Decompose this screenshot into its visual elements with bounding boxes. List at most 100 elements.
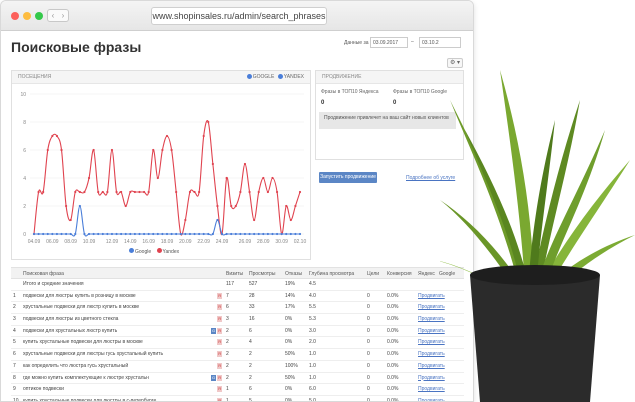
- table-row: 6 хрустальные подвески для люстры гусь хр…: [11, 349, 464, 361]
- google-data-point: [262, 232, 265, 236]
- search-engine-badges: Я: [217, 314, 223, 325]
- row-visits: 1: [226, 386, 229, 393]
- row-depth: 3.0: [309, 327, 316, 334]
- google-data-point: [60, 232, 63, 236]
- row-goals: 0: [367, 397, 370, 402]
- visits-panel-title: ПОСЕЩЕНИЯ: [18, 74, 52, 80]
- row-bounce: 0%: [285, 327, 293, 334]
- google-data-point: [193, 232, 196, 236]
- row-depth: 2.0: [309, 339, 316, 346]
- google-data-point: [120, 232, 123, 236]
- row-visits: 6: [226, 304, 229, 311]
- x-tick-label: 14.09: [124, 239, 137, 245]
- google-data-point: [211, 232, 214, 236]
- maximize-window-dot[interactable]: [35, 12, 43, 20]
- address-bar[interactable]: www.shopinsales.ru/admin/search_phrases: [151, 7, 327, 25]
- google-data-point: [271, 232, 274, 236]
- yandex-data-point: [115, 190, 118, 194]
- row-number: 4: [13, 327, 16, 334]
- google-data-point: [115, 232, 118, 236]
- x-tick-label: 24.09: [216, 239, 229, 245]
- yandex-data-point: [239, 190, 242, 194]
- bottom-legend-yandex[interactable]: Yandex: [163, 249, 180, 255]
- yandex-data-point: [129, 190, 132, 194]
- row-number: 2: [13, 304, 16, 311]
- yandex-data-point: [211, 162, 214, 166]
- y-tick-label: 2: [23, 204, 26, 210]
- yandex-data-point: [142, 190, 146, 194]
- table-row: 8 где можно купить комплектующие к люстре…: [11, 373, 464, 385]
- search-phrases-table: Поисковая фраза Визиты Просмотры Отказы …: [11, 267, 464, 402]
- row-goals: 0: [367, 292, 370, 299]
- page-content: Поисковые фразы Данные за 03.09.2017 – 0…: [1, 31, 473, 401]
- yandex-data-point: [225, 176, 228, 180]
- date-filter-label: Данные за: [344, 40, 369, 46]
- forward-arrow-icon[interactable]: ›: [62, 11, 65, 20]
- google-data-point: [216, 218, 219, 222]
- table-header: Поисковая фраза Визиты Просмотры Отказы …: [11, 267, 464, 279]
- row-visits: 2: [226, 374, 229, 381]
- search-engine-badges: Я: [217, 291, 223, 302]
- row-depth: 5.0: [309, 397, 316, 402]
- table-row: 7 как определить что люстра гусь хрусталь…: [11, 361, 464, 373]
- yandex-data-point: [184, 218, 187, 222]
- google-data-point: [184, 232, 187, 236]
- yandex-data-point: [175, 190, 178, 194]
- google-data-point: [198, 232, 201, 236]
- google-data-point: [69, 232, 72, 236]
- yandex-data-point: [266, 190, 269, 194]
- yandex-top10-value: 0: [321, 100, 325, 106]
- row-views: 33: [249, 304, 255, 311]
- google-data-point: [285, 232, 288, 236]
- minimize-window-dot[interactable]: [23, 12, 31, 20]
- google-badge-icon: G: [211, 374, 216, 381]
- row-visits: 2: [226, 339, 229, 346]
- row-views: 4: [249, 339, 252, 346]
- row-bounce: 0%: [285, 397, 293, 402]
- row-phrase: подвески для хрустальных люстр купить: [23, 327, 118, 334]
- launch-promotion-button[interactable]: Запустить продвижение: [319, 172, 377, 183]
- date-to-input[interactable]: 03.10.2: [419, 37, 461, 48]
- row-depth: 6.0: [309, 386, 316, 393]
- x-tick-label: 18.09: [161, 239, 174, 245]
- row-phrase: подвески для люстры купить в розницу в м…: [23, 292, 136, 299]
- y-tick-label: 10: [20, 92, 26, 98]
- search-engine-badges: Я: [217, 302, 223, 313]
- yandex-data-point: [271, 176, 274, 180]
- row-views: 2: [249, 374, 252, 381]
- yandex-data-point: [69, 218, 72, 222]
- row-conversion: 0.0%: [387, 327, 399, 334]
- top-legend-google[interactable]: GOOGLE: [253, 74, 275, 80]
- summary-depth: 4.5: [309, 281, 316, 287]
- promotion-note: Продвижение привлечет на ваш сайт новых …: [319, 112, 456, 129]
- google-data-point: [147, 232, 150, 236]
- summary-views: 527: [249, 281, 258, 287]
- date-from-input[interactable]: 03.09.2017: [370, 37, 408, 48]
- row-conversion: 0.0%: [387, 304, 399, 311]
- yandex-data-point: [46, 148, 49, 152]
- row-conversion: 0.0%: [387, 339, 399, 346]
- google-data-point: [55, 232, 59, 236]
- yandex-data-point: [207, 120, 210, 124]
- search-engine-badges: Я: [217, 384, 223, 395]
- yandex-badge-icon: Я: [217, 397, 222, 402]
- page-title: Поисковые фразы: [11, 39, 142, 55]
- row-number: 1: [13, 292, 16, 299]
- row-phrase: где можно купить комплектующие к люстре …: [23, 374, 149, 381]
- row-depth: 5.3: [309, 316, 316, 323]
- google-data-point: [266, 232, 269, 236]
- close-window-dot[interactable]: [11, 12, 19, 20]
- yandex-data-point: [42, 190, 45, 194]
- google-data-point: [289, 232, 292, 236]
- google-data-point: [239, 232, 242, 236]
- row-number: 5: [13, 339, 16, 346]
- y-tick-label: 8: [23, 120, 26, 126]
- back-arrow-icon[interactable]: ‹: [52, 11, 55, 20]
- row-bounce: 14%: [285, 292, 296, 299]
- bottom-legend-google[interactable]: Google: [135, 249, 151, 255]
- top-legend-yandex[interactable]: YANDEX: [284, 74, 304, 80]
- row-goals: 0: [367, 304, 370, 311]
- yandex-data-point: [87, 176, 91, 180]
- google-series-line: [33, 205, 300, 237]
- row-goals: 0: [367, 339, 370, 346]
